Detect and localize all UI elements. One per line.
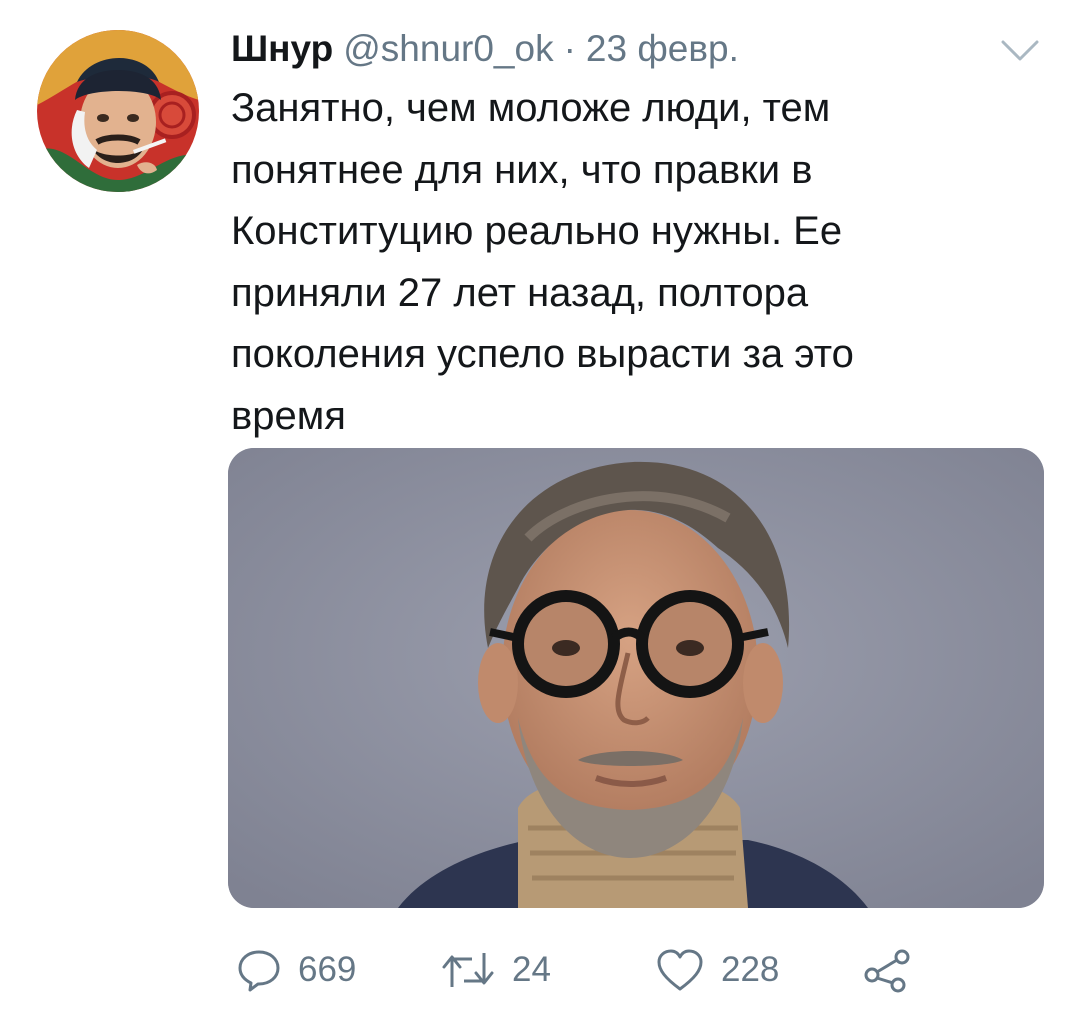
heart-icon [655, 947, 705, 993]
share-button[interactable] [862, 940, 912, 1000]
tweet-text: Занятно, чем моложе люди, тем понятнее д… [231, 78, 1031, 447]
share-icon [862, 947, 912, 993]
tweet-text-line: время [231, 393, 346, 438]
tweet-actions: 669 24 228 [0, 940, 1080, 1000]
tweet-text-line: приняли 27 лет назад, полтора [231, 270, 809, 315]
reply-button[interactable]: 669 [236, 940, 356, 1000]
chevron-down-icon [1001, 40, 1039, 61]
author-name[interactable]: Шнур [231, 24, 333, 74]
retweet-count: 24 [512, 950, 551, 989]
like-button[interactable]: 228 [655, 940, 779, 1000]
retweet-icon [440, 947, 496, 993]
portrait-photo [228, 448, 1044, 908]
tweet-date[interactable]: 23 февр. [586, 24, 739, 74]
reply-icon [236, 947, 282, 993]
tweet-text-line: понятнее для них, что правки в [231, 147, 813, 192]
avatar-portrait-icon [37, 30, 199, 192]
avatar[interactable] [37, 30, 199, 192]
retweet-button[interactable]: 24 [440, 940, 551, 1000]
tweet-text-line: поколения успело вырасти за это [231, 332, 854, 376]
author-handle[interactable]: @shnur0_ok [343, 24, 553, 74]
header-separator: · [563, 28, 576, 69]
tweet-text-line: Конституцию реально нужны. Ее [231, 209, 843, 253]
tweet-media-photo[interactable] [228, 448, 1044, 908]
tweet-header: Шнур @shnur0_ok · 23 февр. [231, 24, 739, 74]
tweet-menu-button[interactable] [1000, 38, 1040, 64]
tweet: Шнур @shnur0_ok · 23 февр. Занятно, чем … [0, 0, 1080, 1024]
like-count: 228 [721, 950, 780, 989]
tweet-text-line: Занятно, чем моложе люди, тем [231, 86, 831, 130]
reply-count: 669 [298, 950, 357, 989]
